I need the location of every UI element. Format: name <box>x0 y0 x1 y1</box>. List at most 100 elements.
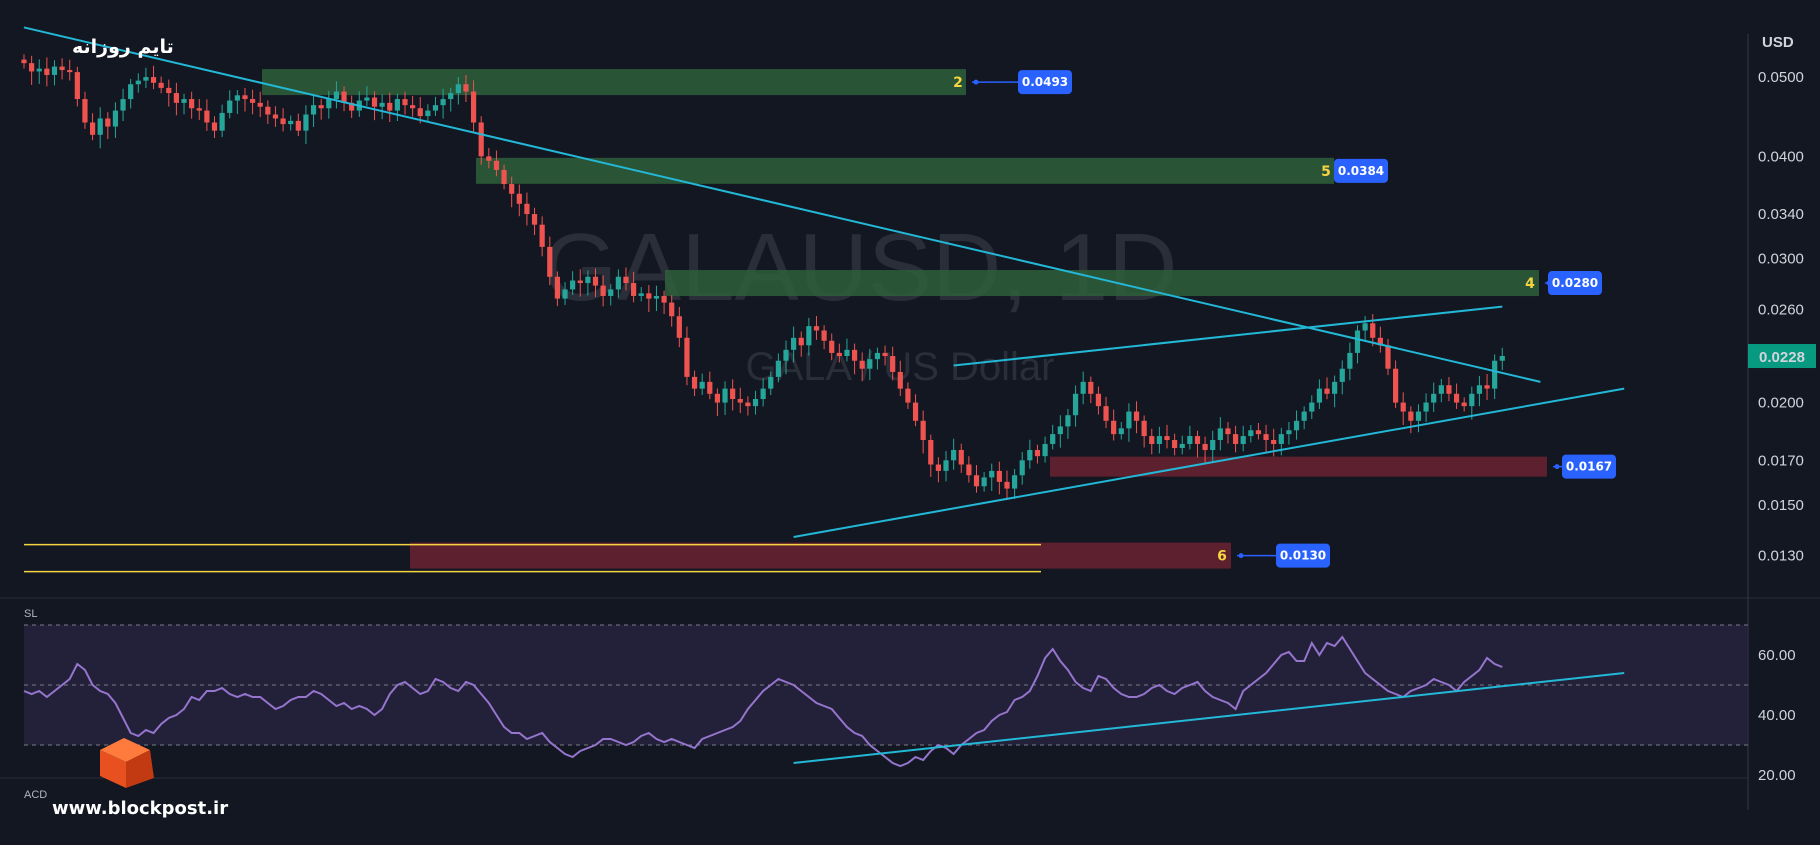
candle-body <box>158 82 164 88</box>
candle-body <box>905 388 911 403</box>
candle-body <box>21 59 27 64</box>
candle-body <box>608 289 614 296</box>
candle-body <box>806 326 812 346</box>
candle-body <box>432 105 439 111</box>
candle-body <box>486 156 492 161</box>
zone-anchor-dot <box>1238 553 1244 559</box>
candle-body <box>379 102 385 107</box>
candle-body <box>234 95 240 101</box>
rsi-tick-label: 20.00 <box>1758 767 1796 784</box>
candle-body <box>1103 406 1109 421</box>
candle-body <box>219 112 225 131</box>
candle-body <box>821 330 827 341</box>
candle-body <box>1027 450 1033 461</box>
candle-body <box>1461 402 1467 407</box>
price-tick-label: 0.0300 <box>1758 251 1804 268</box>
zone-box <box>665 270 1539 297</box>
candle-body <box>996 470 1002 482</box>
candle-body <box>1149 436 1155 444</box>
candle-body <box>394 99 400 111</box>
candle-body <box>1080 381 1086 394</box>
candle-body <box>280 118 286 125</box>
candle-body <box>851 349 858 361</box>
candle-body <box>150 77 157 83</box>
timeframe-title: تایم روزانه <box>72 36 174 58</box>
candle-body <box>1339 368 1345 382</box>
rsi-tick-label: 40.00 <box>1758 707 1796 724</box>
current-price-label: 0.0228 <box>1759 349 1805 366</box>
candle-body <box>402 99 408 106</box>
candle-body <box>143 77 149 81</box>
candle-body <box>1278 434 1284 444</box>
candle-body <box>1232 434 1239 444</box>
zone-price-label: 0.0384 <box>1338 164 1384 178</box>
zone-anchor-dot <box>1554 464 1560 470</box>
candle-body <box>417 108 423 117</box>
candle-body <box>836 352 842 357</box>
candle-body <box>1438 385 1444 394</box>
chart-stage: GALAUSD, 1D GALA / US Dollar 2 0.0493 5 0.0… <box>0 0 1820 845</box>
candle-body <box>1118 428 1124 435</box>
candle-body <box>745 402 751 407</box>
currency-label[interactable]: USD <box>1762 34 1794 51</box>
zone-price-label: 0.0493 <box>1022 75 1068 89</box>
candle-body <box>1255 430 1262 435</box>
candle-body <box>265 106 271 115</box>
candle-body <box>455 84 461 94</box>
zone-anchor-dot <box>973 79 979 85</box>
candle-body <box>1004 481 1010 489</box>
candle-body <box>1225 428 1231 435</box>
candle-body <box>387 102 393 111</box>
candle-body <box>989 470 995 478</box>
candle-body <box>1362 323 1368 331</box>
rsi-pane-label: SL <box>24 608 37 620</box>
candle-body <box>189 99 195 109</box>
candle-body <box>1324 388 1330 394</box>
candle-body <box>600 285 606 296</box>
candle-body <box>768 376 774 389</box>
candle-body <box>653 295 660 299</box>
candle-body <box>1286 430 1292 435</box>
candle-body <box>112 110 119 127</box>
candle-body <box>364 97 370 101</box>
candle-body <box>539 224 545 247</box>
rsi-tick-label: 60.00 <box>1758 647 1796 664</box>
candle-body <box>1408 411 1414 421</box>
candle-body <box>295 120 301 131</box>
price-tick-label: 0.0200 <box>1758 395 1804 412</box>
price-tick-label: 0.0150 <box>1758 497 1804 514</box>
rsi-layer: 60.00 40.00 20.00 <box>23 624 1796 784</box>
candle-body <box>463 84 469 92</box>
orange-cube-icon <box>100 738 154 788</box>
candle-body <box>920 420 926 440</box>
candle-body <box>1179 443 1185 448</box>
candle-body <box>592 276 599 286</box>
candle-body <box>646 293 652 299</box>
candle-body <box>615 276 621 290</box>
candle-body <box>1141 420 1147 437</box>
candle-body <box>1446 385 1452 394</box>
candle-body <box>326 99 332 109</box>
candle-body <box>1476 385 1483 394</box>
candle-body <box>1309 402 1315 412</box>
candle-body <box>105 118 111 127</box>
candle-body <box>440 99 446 106</box>
candle-body <box>1126 411 1132 429</box>
candle-body <box>181 99 187 103</box>
candle-body <box>638 293 644 296</box>
price-tick-label: 0.0340 <box>1758 206 1804 223</box>
candle-body <box>509 184 515 194</box>
candle-body <box>1354 330 1361 353</box>
zone-price-label: 0.0130 <box>1280 549 1326 563</box>
candle-body <box>1012 475 1018 489</box>
price-chart[interactable]: GALAUSD, 1D GALA / US Dollar 2 0.04935 0.0… <box>0 0 1820 845</box>
candle-body <box>1301 411 1307 421</box>
candle-body <box>966 464 972 476</box>
candle-body <box>36 68 42 72</box>
candle-body <box>1217 428 1223 440</box>
candle-body <box>1088 381 1094 394</box>
candle-body <box>1332 381 1338 394</box>
price-tick-label: 0.0260 <box>1758 301 1804 318</box>
candle-body <box>859 360 865 369</box>
candle-body <box>1065 415 1071 427</box>
